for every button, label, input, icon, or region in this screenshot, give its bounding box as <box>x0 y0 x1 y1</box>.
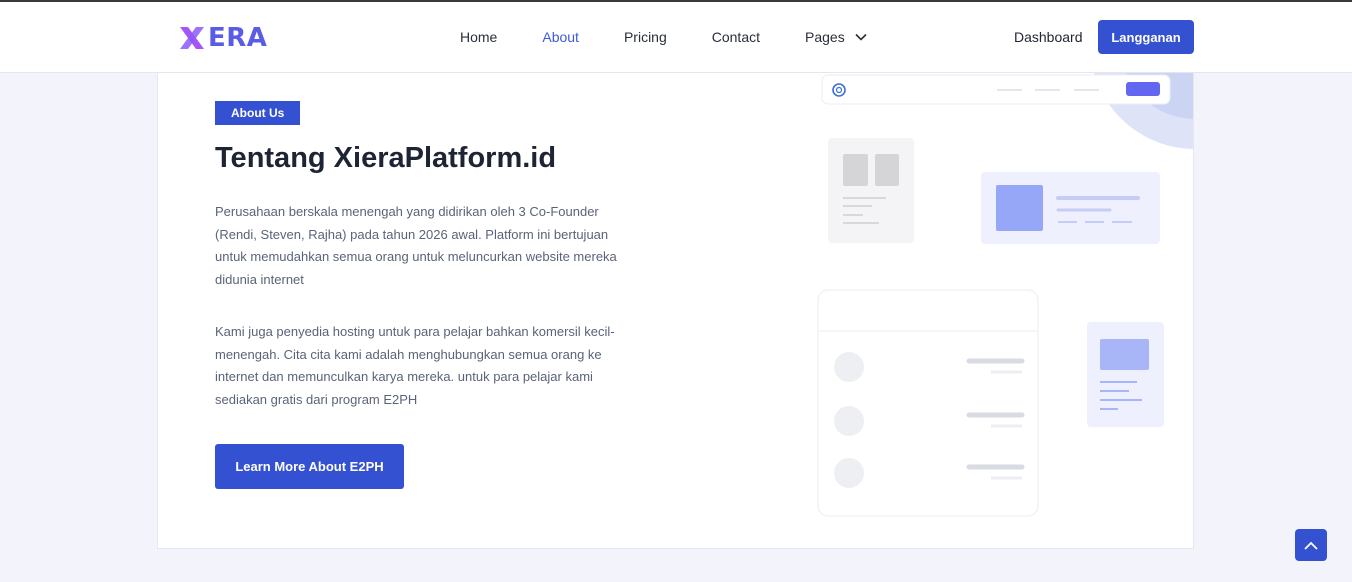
mock-browser-bar <box>821 74 1171 105</box>
nav-pages-label: Pages <box>805 29 845 45</box>
about-paragraph-1: Perusahaan berskala menengah yang didiri… <box>215 204 617 287</box>
mock-nav-button <box>1126 82 1160 96</box>
mock-avatar <box>834 406 864 436</box>
about-paragraph-2: Kami juga penyedia hosting untuk para pe… <box>215 324 615 407</box>
nav-home[interactable]: Home <box>460 28 497 46</box>
mock-list-card <box>817 289 1039 517</box>
brand-logo[interactable]: ERA <box>178 23 267 53</box>
main-nav: Home About Pricing Contact Pages <box>460 28 867 46</box>
globe-icon <box>832 83 846 97</box>
dashboard-link[interactable]: Dashboard <box>1014 28 1083 46</box>
brand-name: ERA <box>208 23 268 53</box>
top-navbar: ERA Home About Pricing Contact Pages Das… <box>0 2 1352 73</box>
nav-pages-dropdown[interactable]: Pages <box>805 28 867 46</box>
nav-contact[interactable]: Contact <box>712 28 760 46</box>
about-section: About Us Tentang XieraPlatform.id Perusa… <box>157 44 1194 549</box>
mock-avatar <box>834 458 864 488</box>
mock-media-card <box>981 172 1160 244</box>
scroll-to-top-button[interactable] <box>1295 529 1327 561</box>
learn-more-button[interactable]: Learn More About E2PH <box>215 444 404 489</box>
about-badge: About Us <box>215 101 301 125</box>
mock-doc-card <box>828 138 914 243</box>
subscribe-button[interactable]: Langganan <box>1098 20 1194 54</box>
x-logo-icon <box>180 27 204 49</box>
chevron-up-icon <box>1304 541 1318 550</box>
mock-avatar <box>834 352 864 382</box>
chevron-down-icon <box>855 33 867 41</box>
nav-pricing[interactable]: Pricing <box>624 28 667 46</box>
section-title: Tentang XieraPlatform.id <box>215 142 557 174</box>
nav-about[interactable]: About <box>542 28 579 46</box>
mock-small-card <box>1087 322 1164 427</box>
